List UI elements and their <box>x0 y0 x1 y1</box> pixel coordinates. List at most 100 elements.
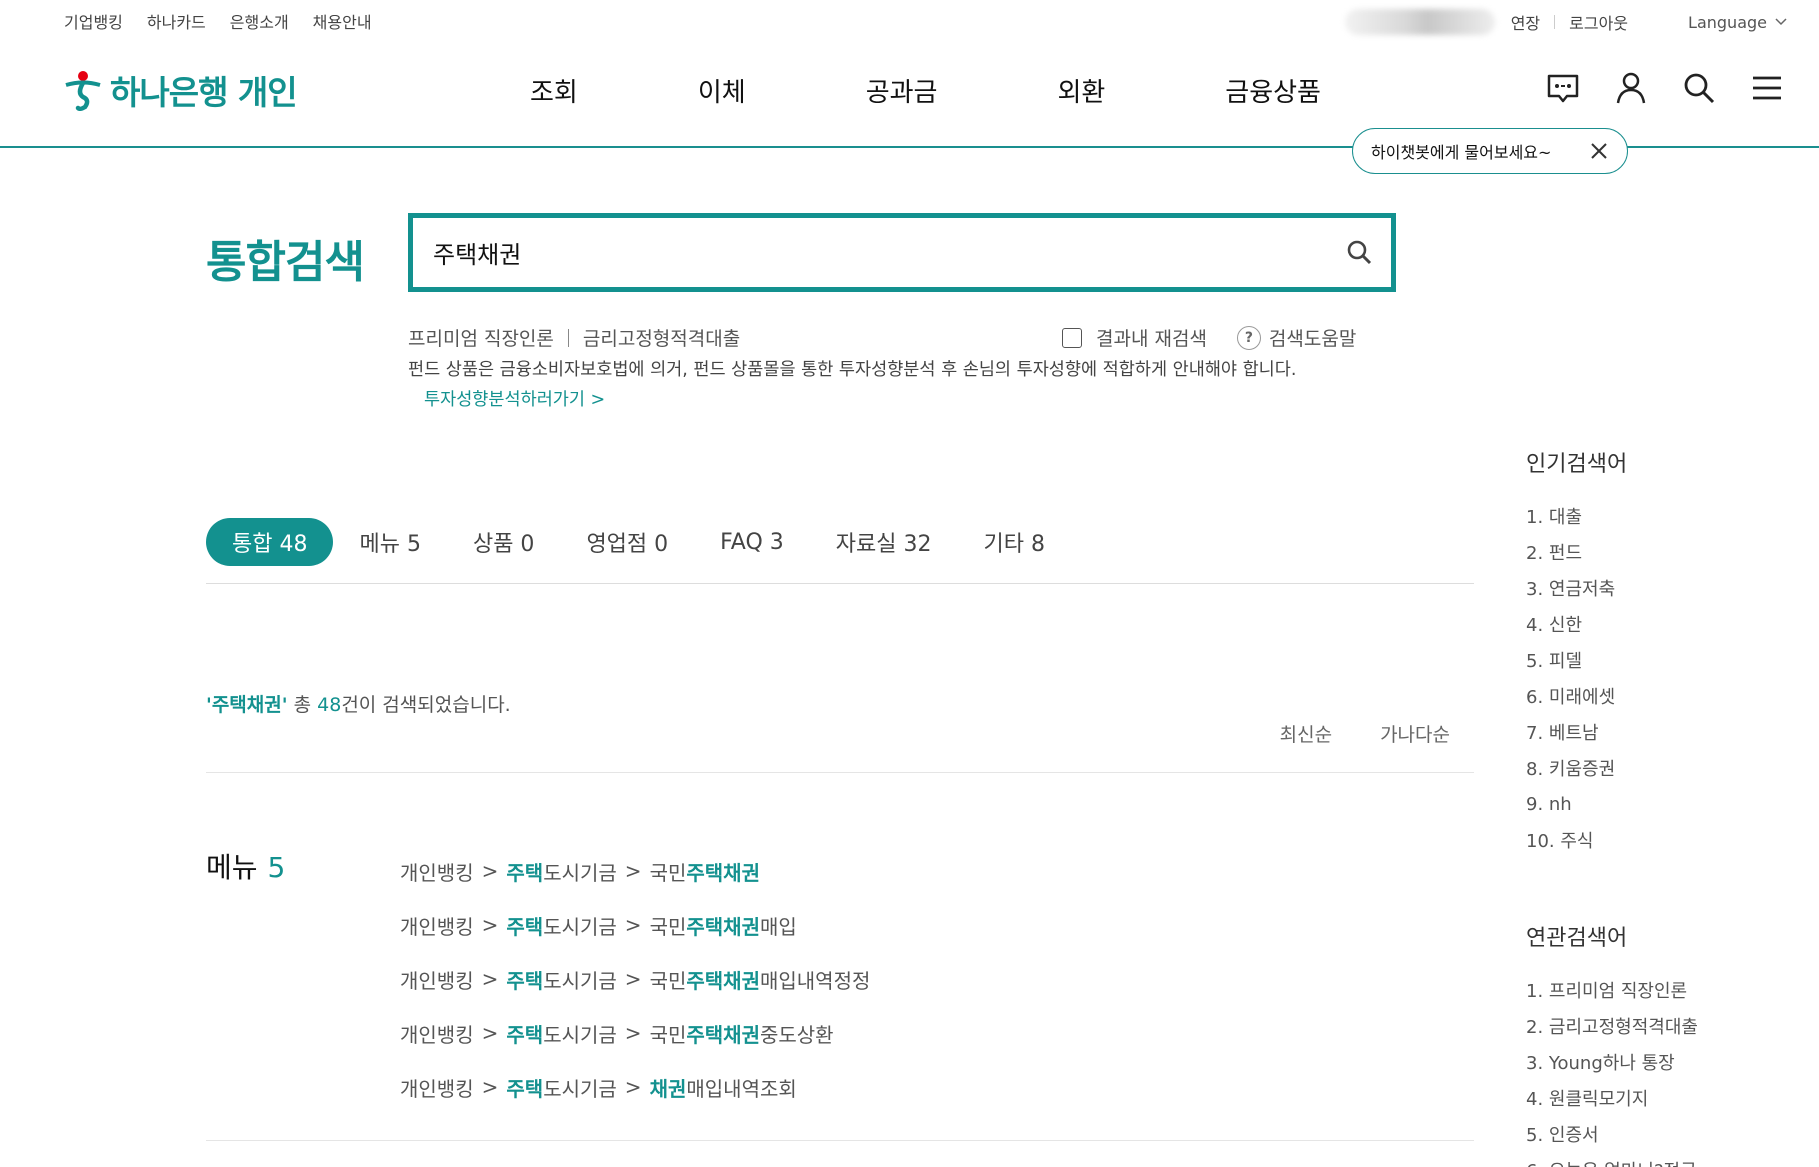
investment-analysis-link[interactable]: 투자성향분석하러가기 > <box>424 386 605 411</box>
menu-section-label: 메뉴 <box>206 851 258 884</box>
recommended-keyword[interactable]: 금리고정형적격대출 <box>583 324 740 351</box>
gnb-transfer[interactable]: 이체 <box>698 72 746 109</box>
divider <box>1554 15 1556 29</box>
search-options: 결과내 재검색 ? 검색도움말 <box>1062 324 1356 351</box>
close-icon[interactable] <box>1589 141 1609 161</box>
related-keyword-item[interactable]: 6. 오늘은 얼마니?적금 <box>1526 1152 1698 1167</box>
gnb-utility-bills[interactable]: 공과금 <box>866 72 938 109</box>
menu-icon[interactable] <box>1749 70 1785 106</box>
result-suffix: 건이 검색되었습니다. <box>341 694 511 716</box>
list-item[interactable]: 개인뱅킹 > 주택 도시기금 > 국민 주택채권 매입 <box>400 898 870 952</box>
utility-bar: 기업뱅킹 하나카드 은행소개 채용안내 연장 로그아웃 Language <box>0 0 1819 40</box>
highlight: 주택채권 <box>686 860 760 885</box>
highlight: 주택 <box>506 914 544 939</box>
related-keyword-item[interactable]: 4. 원클릭모기지 <box>1526 1080 1698 1116</box>
chevron-right-icon: > <box>481 859 499 883</box>
tab-all[interactable]: 통합 48 <box>206 518 334 566</box>
sort-alphabetical[interactable]: 가나다순 <box>1380 720 1450 747</box>
logo[interactable]: 하나은행 개인 <box>62 66 298 114</box>
popular-keyword-item[interactable]: 6. 미래에셋 <box>1526 678 1627 714</box>
highlight: 주택 <box>506 1076 544 1101</box>
chat-icon[interactable] <box>1545 70 1581 106</box>
link-corporate-banking[interactable]: 기업뱅킹 <box>64 9 123 33</box>
popular-keyword-item[interactable]: 2. 펀드 <box>1526 534 1627 570</box>
header-icons <box>1545 70 1785 106</box>
tab-products[interactable]: 상품 0 <box>447 518 560 566</box>
link-recruit[interactable]: 채용안내 <box>313 9 372 33</box>
search-help-link[interactable]: 검색도움말 <box>1269 324 1356 351</box>
path-tail: 매입내역조회 <box>686 1076 797 1101</box>
highlight: 주택채권 <box>686 968 760 993</box>
popular-keyword-item[interactable]: 7. 베트남 <box>1526 714 1627 750</box>
chevron-right-icon: > <box>481 1021 499 1045</box>
utility-right: 연장 로그아웃 Language <box>1344 9 1787 35</box>
logo-text: 하나은행 개인 <box>110 73 298 112</box>
list-item[interactable]: 개인뱅킹 > 주택 도시기금 > 국민 주택채권 매입내역정정 <box>400 952 870 1006</box>
result-summary: '주택채권' 총 48건이 검색되었습니다. <box>206 690 511 717</box>
language-selector[interactable]: Language <box>1688 13 1787 32</box>
tab-library[interactable]: 자료실 32 <box>810 518 958 566</box>
search-input[interactable] <box>433 236 1313 268</box>
tab-faq[interactable]: FAQ 3 <box>694 518 810 566</box>
recommended-keyword[interactable]: 프리미엄 직장인론 <box>408 324 554 351</box>
research-checkbox[interactable] <box>1062 327 1082 348</box>
path-tail: 매입내역정정 <box>759 968 871 993</box>
search-box <box>408 213 1396 292</box>
chevron-right-icon: > <box>624 913 642 937</box>
search-icon[interactable] <box>1345 238 1373 266</box>
list-item[interactable]: 개인뱅킹 > 주택 도시기금 > 국민 주택채권 중도상환 <box>400 1006 870 1060</box>
search-icon[interactable] <box>1681 70 1717 106</box>
tab-etc[interactable]: 기타 8 <box>957 518 1070 566</box>
research-label[interactable]: 결과내 재검색 <box>1096 324 1207 351</box>
path-segment: 국민 <box>649 860 687 885</box>
chevron-right-icon: > <box>624 967 642 991</box>
related-keyword-item[interactable]: 2. 금리고정형적격대출 <box>1526 1008 1698 1044</box>
related-keywords-title: 연관검색어 <box>1526 926 1628 951</box>
chevron-right-icon: > <box>481 913 499 937</box>
related-keyword-item[interactable]: 5. 인증서 <box>1526 1116 1698 1152</box>
popular-keyword-item[interactable]: 9. nh <box>1526 786 1627 822</box>
gnb-financial-products[interactable]: 금융상품 <box>1225 72 1321 109</box>
path-segment: 국민 <box>649 1022 687 1047</box>
related-keyword-item[interactable]: 1. 프리미엄 직장인론 <box>1526 972 1698 1008</box>
gnb-foreign-exchange[interactable]: 외환 <box>1057 72 1105 109</box>
tab-branches[interactable]: 영업점 0 <box>560 518 694 566</box>
list-item[interactable]: 개인뱅킹 > 주택 도시기금 > 국민 주택채권 <box>400 844 870 898</box>
utility-links: 기업뱅킹 하나카드 은행소개 채용안내 <box>64 9 372 33</box>
path-segment: 개인뱅킹 <box>400 1022 474 1047</box>
tab-menu[interactable]: 메뉴 5 <box>333 518 446 566</box>
path-segment: 도시기금 <box>543 914 617 939</box>
highlight: 주택 <box>506 1022 544 1047</box>
popular-keyword-item[interactable]: 5. 피델 <box>1526 642 1627 678</box>
highlight: 주택 <box>506 860 544 885</box>
link-hana-card[interactable]: 하나카드 <box>147 9 206 33</box>
chevron-right-icon: > <box>624 859 642 883</box>
related-keywords: 연관검색어 1. 프리미엄 직장인론 2. 금리고정형적격대출 3. Young… <box>1526 920 1698 1167</box>
popular-keyword-item[interactable]: 8. 키움증권 <box>1526 750 1627 786</box>
popular-keyword-item[interactable]: 10. 주식 <box>1526 822 1627 858</box>
extend-session-button[interactable]: 연장 <box>1511 10 1540 34</box>
language-label: Language <box>1688 12 1767 32</box>
hana-logo-icon <box>65 71 101 111</box>
popular-keyword-item[interactable]: 1. 대출 <box>1526 498 1627 534</box>
related-keyword-item[interactable]: 3. Young하나 통장 <box>1526 1044 1698 1080</box>
result-count: 48 <box>317 694 342 716</box>
fund-notice: 펀드 상품은 금융소비자보호법에 의거, 펀드 상품몰을 통한 투자성향분석 후… <box>408 360 1297 380</box>
gnb-inquiry[interactable]: 조회 <box>530 72 578 109</box>
link-bank-intro[interactable]: 은행소개 <box>230 9 289 33</box>
path-tail: 매입 <box>759 914 797 939</box>
logout-button[interactable]: 로그아웃 <box>1569 10 1628 34</box>
list-item[interactable]: 개인뱅킹 > 주택 도시기금 > 채권 매입내역조회 <box>400 1060 870 1114</box>
chatbot-tooltip[interactable]: 하이챗봇에게 물어보세요~ <box>1352 128 1628 174</box>
popular-keyword-item[interactable]: 3. 연금저축 <box>1526 570 1627 606</box>
help-icon[interactable]: ? <box>1236 325 1261 350</box>
popular-keyword-item[interactable]: 4. 신한 <box>1526 606 1627 642</box>
divider <box>567 328 569 347</box>
result-keyword: '주택채권' <box>206 694 288 716</box>
sort-latest[interactable]: 최신순 <box>1280 720 1332 747</box>
user-icon[interactable] <box>1613 70 1649 106</box>
result-prefix: 총 <box>287 694 318 716</box>
recommended-keywords: 프리미엄 직장인론 금리고정형적격대출 <box>408 324 740 351</box>
highlight: 주택채권 <box>686 1022 760 1047</box>
chevron-right-icon: > <box>481 1075 499 1099</box>
